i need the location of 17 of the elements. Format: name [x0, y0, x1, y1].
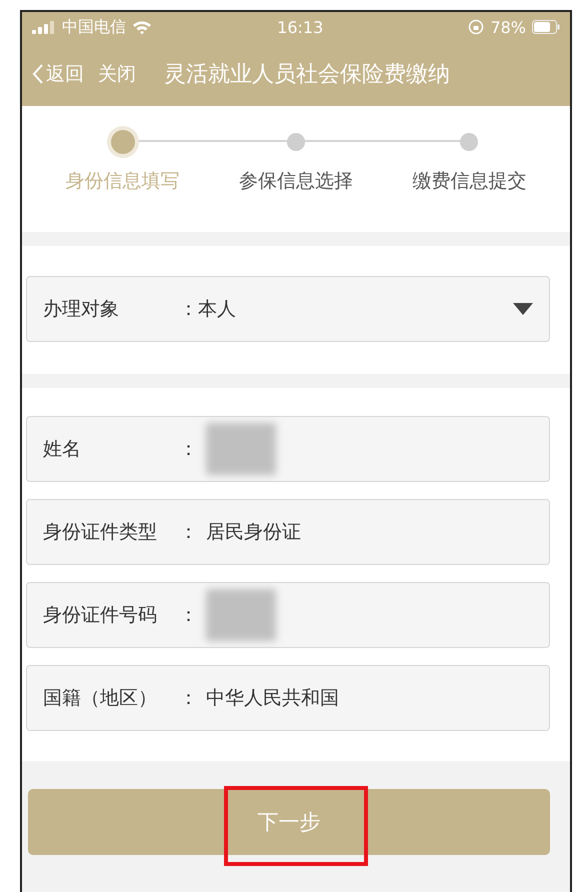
battery-icon [532, 20, 560, 34]
dropdown-caret-icon [513, 303, 533, 315]
back-chevron-icon [32, 63, 44, 85]
battery-percent: 78% [490, 18, 526, 36]
form-field[interactable]: 国籍（地区） ： 中华人民共和国 [26, 665, 550, 731]
form-field[interactable]: 姓名 ： [26, 416, 550, 482]
step-label[interactable]: 参保信息选择 [238, 168, 353, 194]
step-label[interactable]: 缴费信息提交 [412, 168, 526, 194]
clock-time: 16:13 [276, 18, 324, 36]
signal-icon [32, 20, 56, 34]
carrier-name: 中国电信 [62, 16, 126, 38]
subject-select[interactable]: 办理对象 ：本人 [26, 276, 550, 342]
form-field[interactable]: 身份证件号码 ： [26, 582, 550, 648]
rotation-lock-icon [468, 19, 484, 35]
page-title: 灵活就业人员社会保险费缴纳 [164, 61, 450, 89]
form-field[interactable]: 身份证件类型 ： 居民身份证 [26, 499, 550, 565]
wifi-icon [132, 20, 152, 34]
